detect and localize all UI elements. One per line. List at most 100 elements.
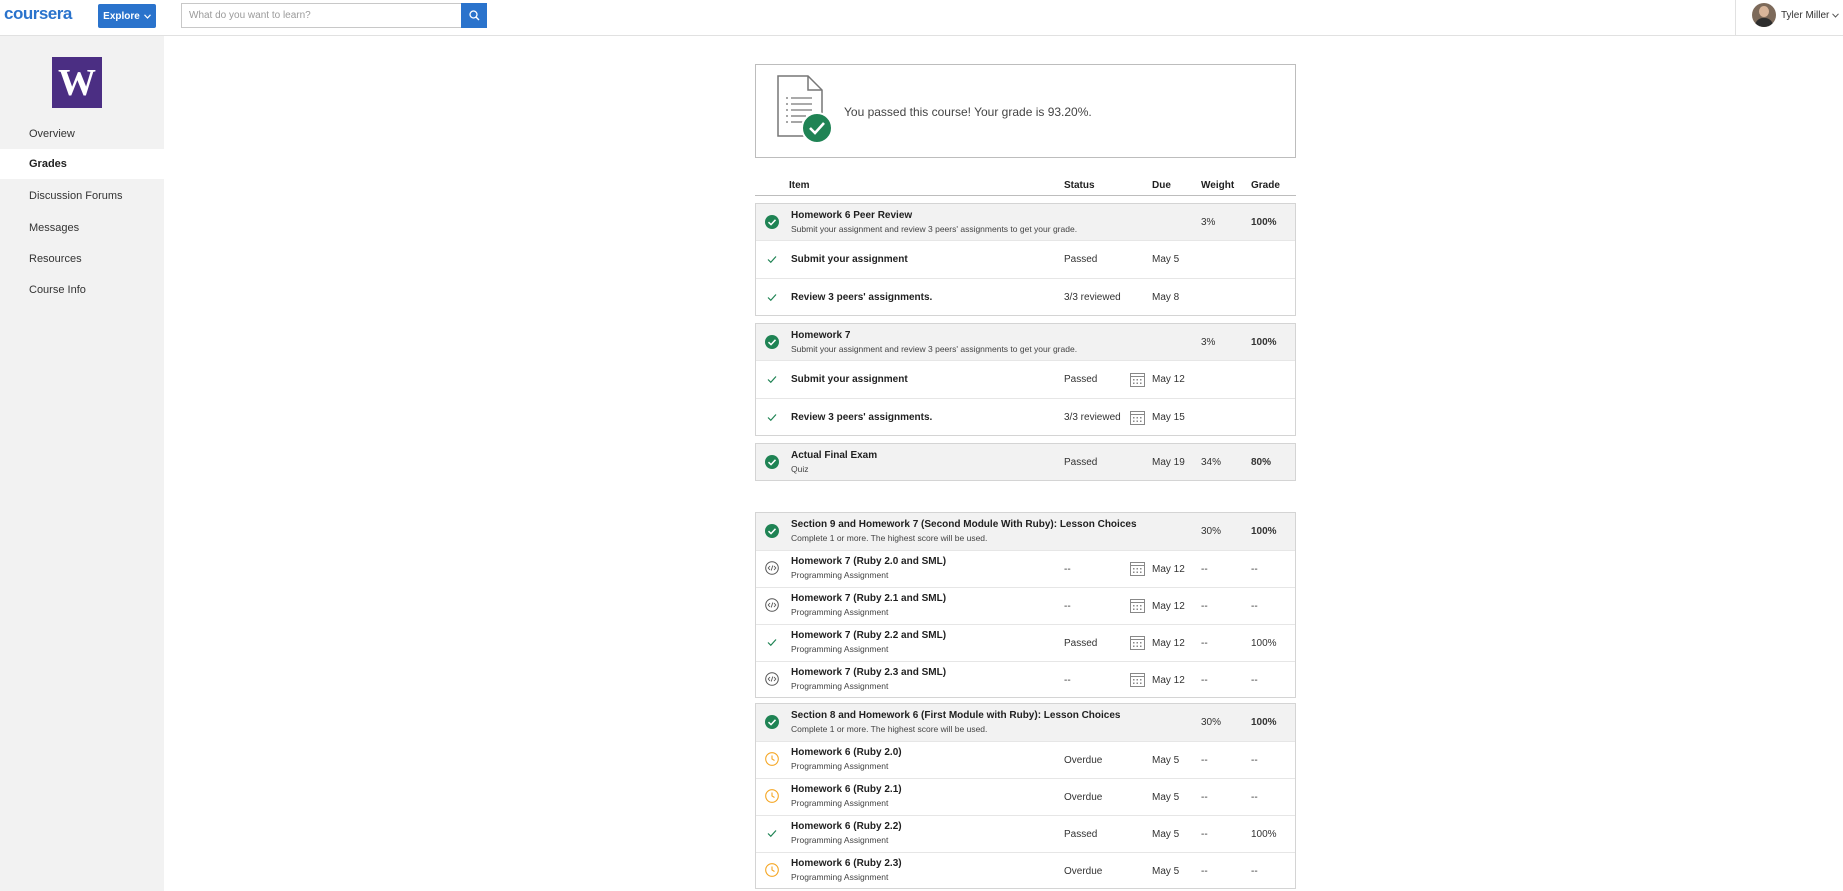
item-due: May 5 [1152,792,1180,803]
check-icon [767,294,777,302]
item-weight: -- [1201,792,1208,803]
table-row[interactable]: Homework 7 (Ruby 2.0 and SML) Programmin… [756,550,1295,587]
sidebar-item-discussion-forums[interactable]: Discussion Forums [0,181,164,211]
item-grade: -- [1251,755,1258,766]
sidebar-item-grades[interactable]: Grades [0,149,164,179]
university-logo[interactable]: W [52,57,102,108]
item-title[interactable]: Homework 6 (Ruby 2.3) [791,858,902,869]
course-passed-banner: You passed this course! Your grade is 93… [755,64,1296,158]
table-row[interactable]: Homework 6 (Ruby 2.2) Programming Assign… [756,815,1295,852]
item-due: May 12 [1152,675,1185,686]
table-row[interactable]: Review 3 peers' assignments. 3/3 reviewe… [756,278,1295,315]
chevron-down-icon [143,13,151,19]
clock-icon [765,863,779,877]
table-row[interactable]: Review 3 peers' assignments. 3/3 reviewe… [756,398,1295,435]
explore-button[interactable]: Explore [98,4,156,28]
item-title[interactable]: Actual Final Exam [791,450,877,461]
item-title[interactable]: Homework 7 (Ruby 2.0 and SML) [791,556,946,567]
column-due: Due [1152,180,1171,191]
sidebar-item-messages[interactable]: Messages [0,213,164,243]
table-row[interactable]: Submit your assignment Passed May 5 [756,240,1295,278]
clock-icon [765,789,779,803]
item-title[interactable]: Homework 6 (Ruby 2.1) [791,784,902,795]
sidebar-item-course-info[interactable]: Course Info [0,275,164,305]
table-row[interactable]: Homework 7 Submit your assignment and re… [756,324,1295,360]
calendar-icon[interactable] [1130,372,1145,387]
item-title[interactable]: Homework 7 (Ruby 2.1 and SML) [791,593,946,604]
column-item: Item [789,180,810,191]
check-icon [767,256,777,264]
avatar[interactable] [1752,3,1776,27]
item-title[interactable]: Homework 7 (Ruby 2.2 and SML) [791,630,946,641]
calendar-icon[interactable] [1130,672,1145,687]
table-row[interactable]: Homework 6 (Ruby 2.1) Programming Assign… [756,778,1295,815]
grade-group: Homework 7 Submit your assignment and re… [755,323,1296,436]
table-row[interactable]: Homework 7 (Ruby 2.1 and SML) Programmin… [756,587,1295,624]
item-title[interactable]: Section 8 and Homework 6 (First Module w… [791,710,1121,721]
item-weight: -- [1201,829,1208,840]
item-due: May 15 [1152,412,1185,423]
item-weight: -- [1201,601,1208,612]
calendar-icon[interactable] [1130,561,1145,576]
item-due: May 5 [1152,829,1180,840]
item-title[interactable]: Homework 7 (Ruby 2.3 and SML) [791,667,946,678]
pass-message: You passed this course! Your grade is 93… [844,105,1092,119]
sidebar-item-resources[interactable]: Resources [0,244,164,274]
item-status: Overdue [1064,792,1103,803]
item-status: Passed [1064,638,1098,649]
item-status: 3/3 reviewed [1064,412,1121,423]
table-row[interactable]: Actual Final Exam Quiz Passed May 19 34%… [756,444,1295,480]
item-grade: 100% [1251,717,1277,728]
table-row[interactable]: Homework 6 (Ruby 2.0) Programming Assign… [756,741,1295,778]
item-title[interactable]: Homework 6 Peer Review [791,210,912,221]
check-icon [767,376,777,384]
item-weight: -- [1201,755,1208,766]
user-menu[interactable]: Tyler Miller [1781,10,1840,21]
item-title[interactable]: Section 9 and Homework 7 (Second Module … [791,519,1137,530]
table-row[interactable]: Section 8 and Homework 6 (First Module w… [756,704,1295,741]
table-row[interactable]: Homework 6 Peer Review Submit your assig… [756,204,1295,240]
item-weight: 34% [1201,457,1222,468]
search-icon [468,10,479,21]
table-row[interactable]: Submit your assignment Passed May 12 [756,360,1295,398]
column-weight: Weight [1201,180,1235,191]
item-subtitle: Programming Assignment [791,872,889,882]
item-weight: 3% [1201,217,1216,228]
item-subtitle: Submit your assignment and review 3 peer… [791,344,1078,354]
item-status: Passed [1064,457,1098,468]
check-circle-icon [765,335,779,349]
table-row[interactable]: Section 9 and Homework 7 (Second Module … [756,513,1295,550]
item-subtitle: Programming Assignment [791,570,889,580]
item-status: -- [1064,601,1071,612]
item-due: May 19 [1152,457,1185,468]
check-circle-icon [765,715,779,729]
item-title[interactable]: Submit your assignment [791,254,908,265]
item-subtitle: Programming Assignment [791,644,889,654]
item-title[interactable]: Homework 7 [791,330,850,341]
code-icon [765,672,779,686]
table-row[interactable]: Homework 7 (Ruby 2.3 and SML) Programmin… [756,661,1295,697]
item-due: May 12 [1152,638,1185,649]
search-button[interactable] [461,3,487,28]
grades-table-header: Item Status Due Weight Grade [755,176,1296,196]
item-status: 3/3 reviewed [1064,292,1121,303]
item-due: May 5 [1152,866,1180,877]
table-row[interactable]: Homework 6 (Ruby 2.3) Programming Assign… [756,852,1295,888]
item-title[interactable]: Submit your assignment [791,374,908,385]
item-grade: 100% [1251,217,1277,228]
calendar-icon[interactable] [1130,598,1145,613]
calendar-icon[interactable] [1130,410,1145,425]
table-row[interactable]: Homework 7 (Ruby 2.2 and SML) Programmin… [756,624,1295,661]
top-navbar: coursera Explore Tyler Miller [0,0,1843,36]
item-title[interactable]: Homework 6 (Ruby 2.2) [791,821,902,832]
coursera-logo[interactable]: coursera [4,4,72,24]
sidebar-item-overview[interactable]: Overview [0,119,164,149]
item-title[interactable]: Review 3 peers' assignments. [791,412,932,423]
search-input[interactable] [181,3,461,28]
item-title[interactable]: Review 3 peers' assignments. [791,292,932,303]
clock-icon [765,752,779,766]
item-title[interactable]: Homework 6 (Ruby 2.0) [791,747,902,758]
item-subtitle: Programming Assignment [791,798,889,808]
item-grade: -- [1251,675,1258,686]
calendar-icon[interactable] [1130,635,1145,650]
